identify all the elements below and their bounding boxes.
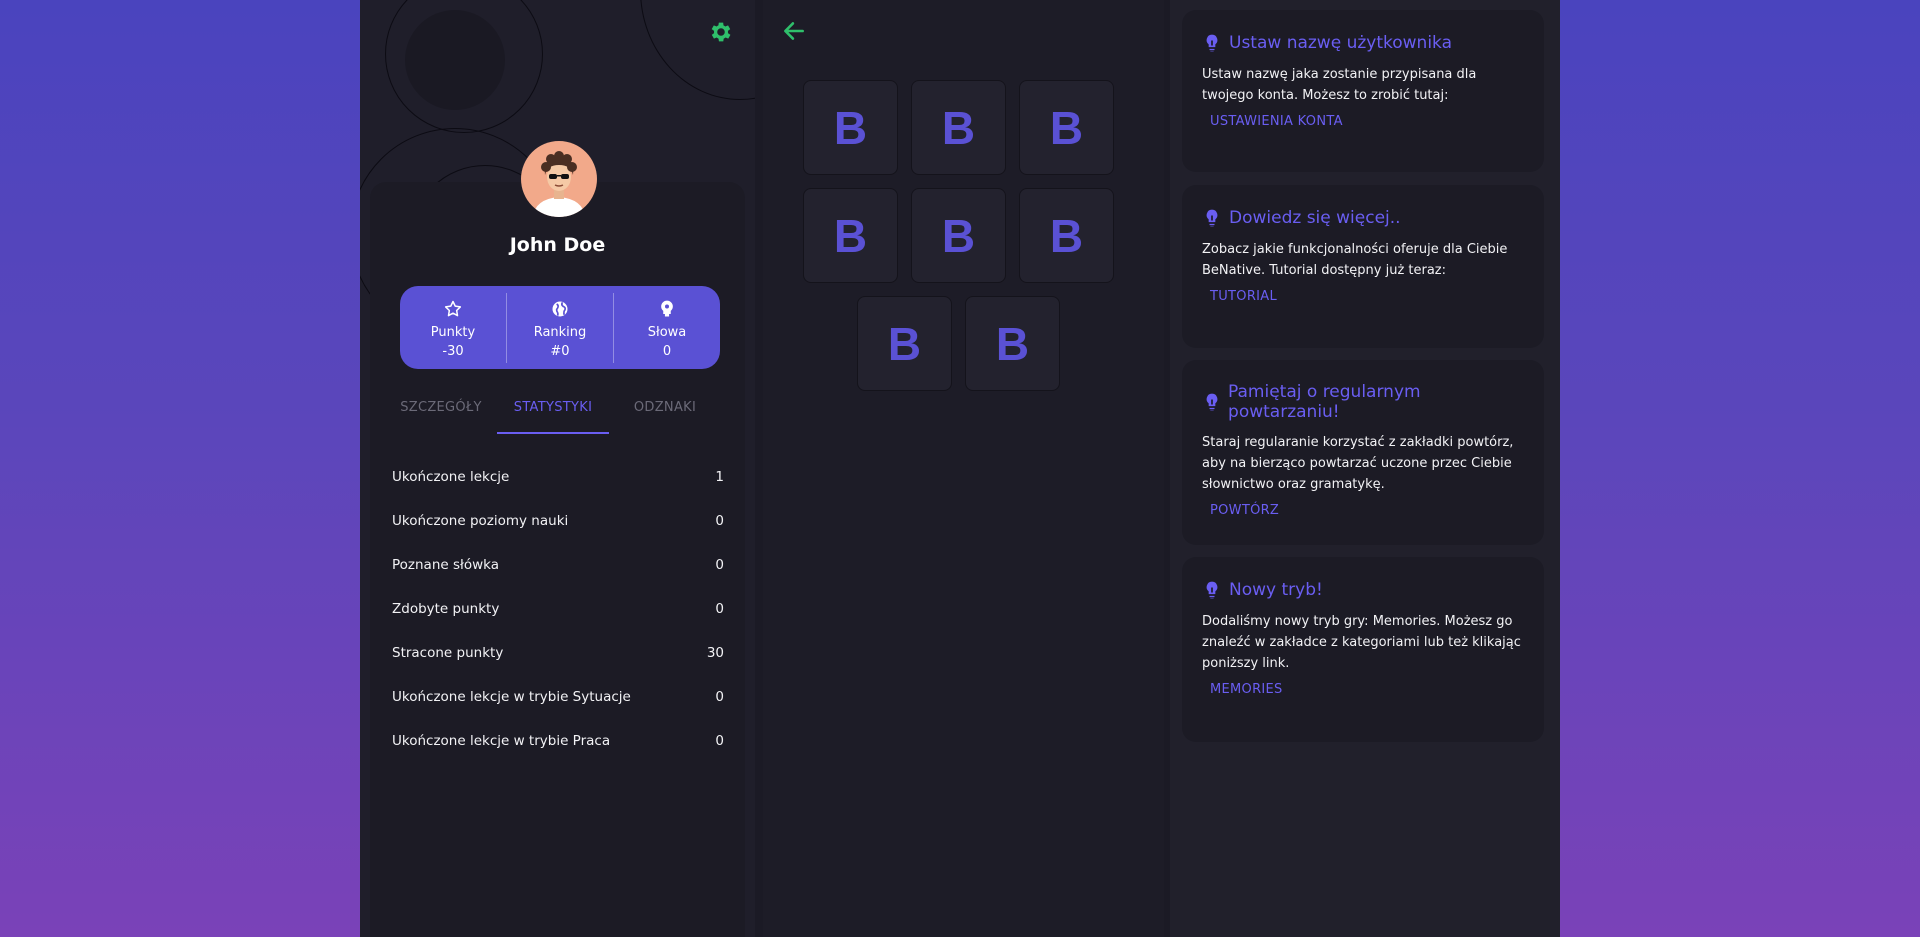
tip-title: Dowiedz się więcej..	[1229, 208, 1401, 228]
tab-badges[interactable]: ODZNAKI	[609, 390, 721, 434]
memory-tile[interactable]: B	[1019, 188, 1114, 283]
tab-statistics[interactable]: STATYSTYKI	[497, 390, 609, 434]
brain-icon	[614, 299, 720, 321]
memory-tile[interactable]: B	[803, 80, 898, 175]
tip-title: Pamiętaj o regularnym powtarzaniu!	[1228, 382, 1421, 422]
memory-tile[interactable]: B	[857, 296, 952, 391]
user-name: John Doe	[509, 234, 606, 256]
star-icon	[400, 299, 506, 321]
stat-row-label: Stracone punkty	[392, 645, 504, 661]
list-item: Poznane słówka 0	[392, 543, 724, 587]
stat-label: Punkty	[430, 324, 476, 340]
stat-row-value: 30	[706, 645, 724, 661]
memories-link[interactable]: MEMORIES	[1210, 682, 1283, 697]
memory-tile[interactable]: B	[911, 80, 1006, 175]
lightbulb-icon	[1202, 207, 1224, 229]
tip-title: Nowy tryb!	[1229, 580, 1323, 600]
decorative-circle	[640, 0, 755, 100]
decorative-circle	[385, 0, 543, 133]
account-settings-link[interactable]: USTAWIENIA KONTA	[1210, 114, 1343, 129]
stat-row-label: Zdobyte punkty	[392, 601, 500, 617]
tip-body: Zobacz jakie funkcjonalności oferuje dla…	[1202, 242, 1508, 278]
tip-card: Nowy tryb! Dodaliśmy nowy tryb gry: Memo…	[1182, 557, 1544, 742]
stat-row-value: 0	[715, 733, 724, 749]
stat-row-label: Poznane słówka	[392, 557, 500, 573]
stat-row-label: Ukończone lekcje w trybie Sytuacje	[392, 689, 631, 705]
lightbulb-icon	[1202, 391, 1223, 413]
avatar	[521, 141, 597, 217]
list-item: Ukończone lekcje w trybie Sytuacje 0	[392, 675, 724, 719]
list-item: Ukończone lekcje w trybie Praca 0	[392, 719, 724, 763]
stat-value: #0	[550, 343, 570, 359]
back-arrow-icon[interactable]	[781, 18, 807, 44]
tip-title: Ustaw nazwę użytkownika	[1229, 33, 1453, 53]
tip-body: Ustaw nazwę jaka zostanie przypisana dla…	[1202, 67, 1477, 103]
lightbulb-icon	[1202, 579, 1224, 601]
stat-row-value: 0	[715, 513, 724, 529]
stat-row-value: 0	[715, 557, 724, 573]
stat-ranking: Ranking #0	[506, 292, 613, 363]
stat-value: 0	[662, 343, 672, 359]
stat-row-label: Ukończone lekcje w trybie Praca	[392, 733, 611, 749]
stat-value: -30	[442, 343, 464, 359]
globe-icon	[507, 299, 613, 321]
stat-row-value: 1	[715, 469, 724, 485]
list-item: Stracone punkty 30	[392, 631, 724, 675]
stat-row-value: 0	[715, 601, 724, 617]
stat-points: Punkty -30	[400, 293, 506, 363]
tab-details[interactable]: SZCZEGÓŁY	[385, 390, 497, 434]
stat-words: Słowa 0	[613, 292, 720, 363]
review-link[interactable]: POWTÓRZ	[1210, 503, 1279, 518]
memory-tile[interactable]: B	[911, 188, 1006, 283]
list-item: Ukończone poziomy nauki 0	[392, 499, 724, 543]
list-item: Zdobyte punkty 0	[392, 587, 724, 631]
settings-gear-icon[interactable]	[707, 18, 735, 46]
tutorial-link[interactable]: TUTORIAL	[1210, 289, 1277, 304]
tip-card: Ustaw nazwę użytkownika Ustaw nazwę jaka…	[1182, 10, 1544, 172]
memory-tile[interactable]: B	[1019, 80, 1114, 175]
stat-label: Ranking	[533, 324, 587, 340]
tip-card: Dowiedz się więcej.. Zobacz jakie funkcj…	[1182, 185, 1544, 348]
stat-label: Słowa	[647, 324, 687, 340]
memory-tile[interactable]: B	[965, 296, 1060, 391]
statistics-list: Ukończone lekcje 1 Ukończone poziomy nau…	[392, 455, 724, 763]
tip-body: Dodaliśmy nowy tryb gry: Memories. Możes…	[1202, 614, 1521, 671]
stat-row-value: 0	[715, 689, 724, 705]
profile-panel: John Doe Punkty -30 Ranking #0 Słowa 0 S…	[360, 0, 755, 937]
tip-card: Pamiętaj o regularnym powtarzaniu! Stara…	[1182, 360, 1544, 545]
memory-tile[interactable]: B	[803, 188, 898, 283]
game-panel: B B B B B B B B	[763, 0, 1164, 937]
stat-row-label: Ukończone poziomy nauki	[392, 513, 569, 529]
stat-row-label: Ukończone lekcje	[392, 469, 510, 485]
tip-body: Staraj regularanie korzystać z zakładki …	[1202, 435, 1514, 492]
list-item: Ukończone lekcje 1	[392, 455, 724, 499]
profile-tabs: SZCZEGÓŁY STATYSTYKI ODZNAKI	[385, 390, 721, 434]
tips-sidebar: Ustaw nazwę użytkownika Ustaw nazwę jaka…	[1170, 0, 1560, 937]
stats-summary: Punkty -30 Ranking #0 Słowa 0	[400, 286, 720, 369]
lightbulb-icon	[1202, 32, 1224, 54]
app-window: John Doe Punkty -30 Ranking #0 Słowa 0 S…	[360, 0, 1560, 937]
